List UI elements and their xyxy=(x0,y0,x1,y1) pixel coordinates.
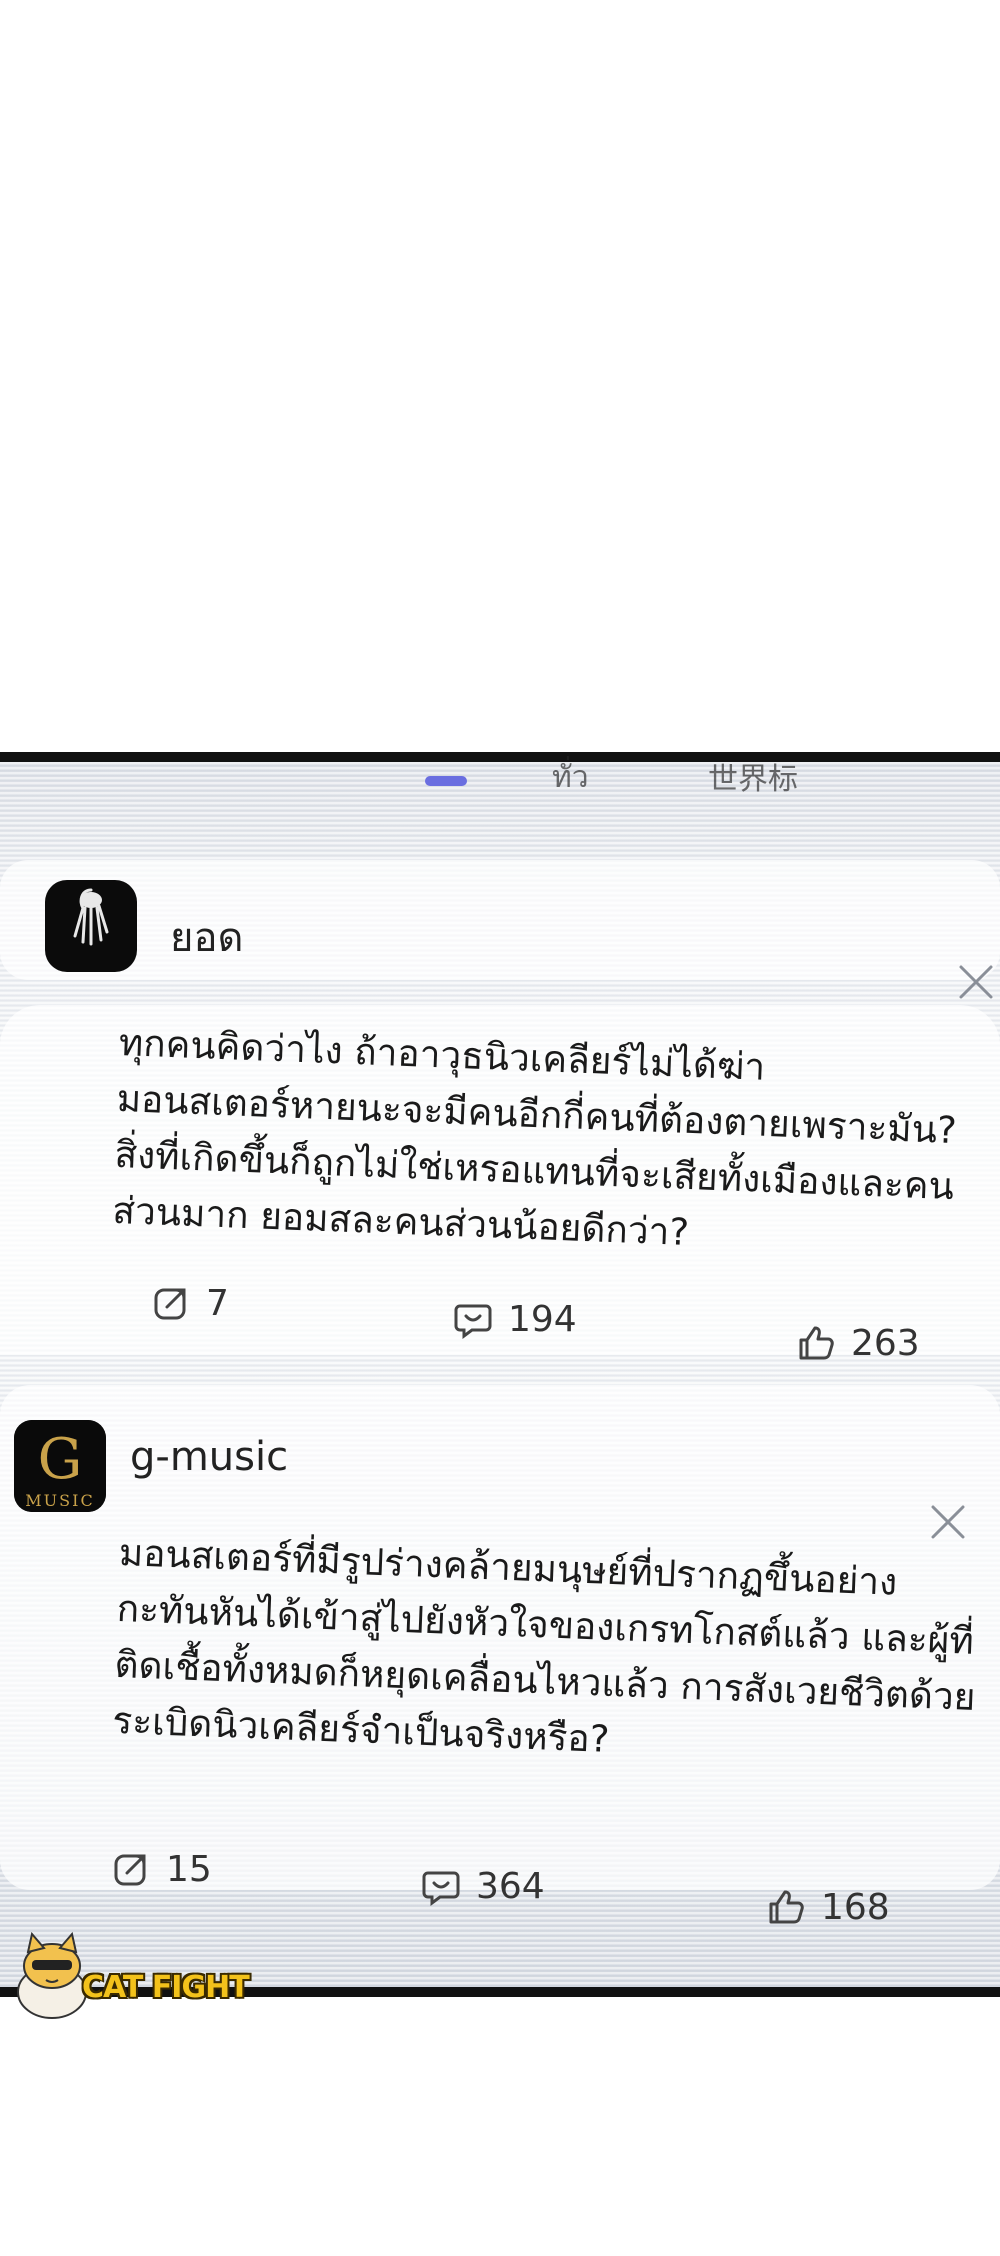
thumbs-up-icon xyxy=(799,1326,834,1360)
thumbs-up-icon xyxy=(769,1890,804,1924)
username[interactable]: ยอด xyxy=(170,905,243,969)
share-icon xyxy=(114,1854,146,1886)
post-header xyxy=(0,860,1000,980)
like-count: 263 xyxy=(851,1322,920,1364)
post-text: มอนสเตอร์ที่มีรูปร่างคล้ายมนุษย์ที่ปรากฏ… xyxy=(111,1530,977,1761)
share-stat[interactable]: 7 xyxy=(150,1282,229,1324)
comment-count: 194 xyxy=(508,1298,577,1340)
username[interactable]: g-music xyxy=(130,1434,288,1480)
tab-partial-label[interactable]: ทั่ว xyxy=(552,754,589,801)
like-stat[interactable]: 263 xyxy=(795,1322,920,1364)
avatar[interactable]: G MUSIC xyxy=(14,1420,106,1512)
hand-icon xyxy=(73,888,109,946)
share-count: 15 xyxy=(166,1848,212,1890)
comment-stat[interactable]: 364 xyxy=(420,1865,545,1907)
close-icon[interactable] xyxy=(956,962,996,1002)
share-count: 7 xyxy=(206,1282,229,1324)
comment-count: 364 xyxy=(476,1865,545,1907)
comment-stat[interactable]: 194 xyxy=(452,1298,577,1340)
watermark-text: CAT FIGHT xyxy=(82,1970,250,2005)
logo-sub: MUSIC xyxy=(25,1491,94,1510)
active-tab-indicator xyxy=(425,776,467,786)
logo-letter: G xyxy=(38,1427,83,1492)
tab-partial-label[interactable]: 世界标 xyxy=(708,754,798,798)
share-stat[interactable]: 15 xyxy=(110,1848,212,1890)
share-icon xyxy=(154,1288,186,1320)
comment-icon xyxy=(422,1871,460,1906)
post-text: ทุกคนคิดว่าไง ถ้าอาวุธนิวเคลียร์ไม่ได้ฆ่… xyxy=(111,1020,958,1254)
like-stat[interactable]: 168 xyxy=(765,1886,890,1928)
like-count: 168 xyxy=(821,1886,890,1928)
panel-top-border xyxy=(0,752,1000,762)
comment-icon xyxy=(454,1304,492,1339)
g-music-logo-icon: G MUSIC xyxy=(14,1420,106,1512)
close-icon[interactable] xyxy=(928,1502,968,1542)
avatar[interactable] xyxy=(45,880,137,972)
